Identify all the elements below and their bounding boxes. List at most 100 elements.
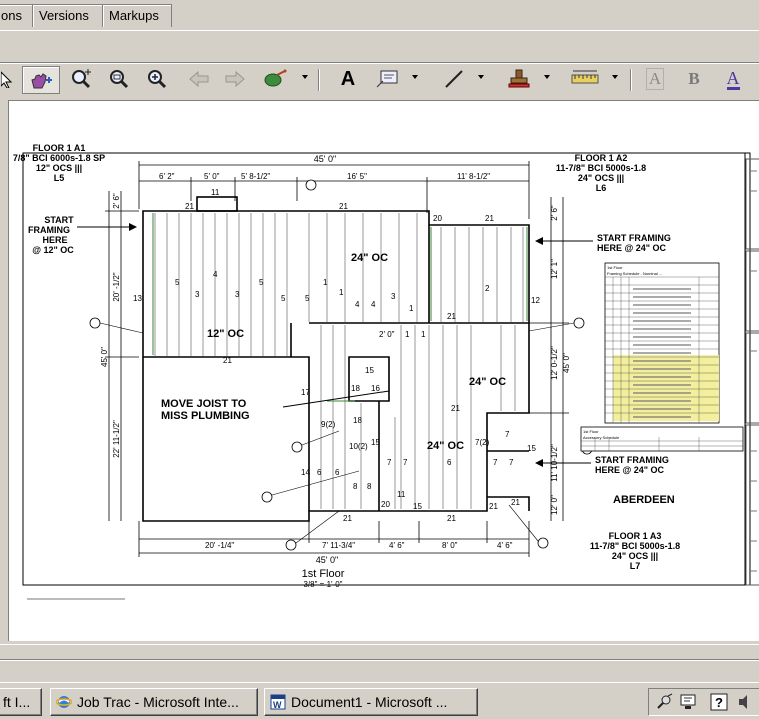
status-divider xyxy=(0,659,759,661)
floor-label-a1: FLOOR 1 A1 7/8" BCI 6000s-1.8 SP 12" OCS… xyxy=(13,143,105,183)
callout-line: FLOOR 1 A1 xyxy=(33,143,86,153)
callout-line: @ 12" OC xyxy=(32,245,74,255)
joist-label: 21 xyxy=(489,502,498,511)
zoom-window-icon[interactable] xyxy=(66,66,96,92)
dim-bottom: 7' 11-3/4" xyxy=(322,541,355,550)
joist-lines xyxy=(154,213,524,509)
joist-label: 21 xyxy=(447,514,456,523)
callout-line: L5 xyxy=(54,173,65,183)
callout-line: L6 xyxy=(596,183,607,193)
callout-line: FLOOR 1 A2 xyxy=(575,153,628,163)
internet-explorer-icon xyxy=(56,696,72,708)
help-icon[interactable]: ? xyxy=(709,693,729,711)
audio-icon[interactable] xyxy=(737,693,755,711)
joist-label: 7 xyxy=(387,458,392,467)
bold-icon[interactable]: B xyxy=(682,66,706,92)
spacing-label: 12" OC xyxy=(207,328,244,340)
zoom-icon[interactable] xyxy=(104,66,134,92)
joist-label: 6 xyxy=(335,468,340,477)
start-framing-12: START FRAMING HERE @ 12" OC xyxy=(28,215,74,255)
joist-label: 6 xyxy=(317,468,322,477)
joist-label: 15 xyxy=(413,502,422,511)
joist-label: 21 xyxy=(343,514,352,523)
taskbar-item-label: ft I... xyxy=(3,694,31,710)
pan-hand-icon[interactable] xyxy=(22,66,60,94)
forward-arrow-icon[interactable] xyxy=(220,66,250,92)
callout-line: START FRAMING xyxy=(597,233,671,243)
joist-label: 5 xyxy=(281,294,286,303)
dim-top: 16' 5" xyxy=(347,172,367,181)
network-icon[interactable] xyxy=(679,693,699,711)
measure-dropdown-icon[interactable] xyxy=(612,75,618,79)
link-icon[interactable] xyxy=(260,66,290,92)
callout-line: MOVE JOIST TO xyxy=(161,398,247,410)
joist-label: 20 xyxy=(433,214,442,223)
joist-label: 1 xyxy=(409,304,414,313)
taskbar-item-job-trac[interactable]: Job Trac - Microsoft Inte... xyxy=(50,688,258,716)
spacing-label: 24" OC xyxy=(351,252,388,264)
dim-bottom: 8' 0" xyxy=(442,541,458,550)
joist-label: 3 xyxy=(391,292,396,301)
dim-top: 5' 0" xyxy=(204,172,220,181)
tab-versions[interactable]: Versions xyxy=(32,4,104,27)
joist-label: 21 xyxy=(511,498,520,507)
joist-label: 9(2) xyxy=(321,420,336,429)
callout-line: 7/8" BCI 6000s-1.8 SP xyxy=(13,153,105,163)
callout-line: HERE xyxy=(42,235,67,245)
spacing-label: 24" OC xyxy=(469,376,506,388)
dim-left: 22' 11-1/2" xyxy=(112,420,121,458)
joist-label: 1 xyxy=(421,330,426,339)
stamp-tool-icon[interactable] xyxy=(504,66,534,92)
joist-label: 16 xyxy=(371,384,380,393)
tab-versions-partial[interactable]: ons xyxy=(0,4,34,27)
scale-label: 3/8" = 1'-0" xyxy=(303,580,342,589)
dim-bottom-total: 45' 0" xyxy=(316,555,338,565)
joist-label: 21 xyxy=(339,202,348,211)
line-dropdown-icon[interactable] xyxy=(478,75,484,79)
joist-label: 15 xyxy=(365,366,374,375)
back-arrow-icon[interactable] xyxy=(184,66,214,92)
tab-markups[interactable]: Markups xyxy=(102,4,172,27)
callout-tool-icon[interactable] xyxy=(372,66,402,92)
joist-label: 4 xyxy=(355,300,360,309)
stamp-dropdown-icon[interactable] xyxy=(544,75,550,79)
font-color-icon[interactable]: A xyxy=(720,66,746,92)
select-arrow-icon[interactable] xyxy=(0,66,16,92)
joist-label: 11 xyxy=(211,188,220,197)
schedule-subtitle: Framing Schedule - Nominal ... xyxy=(607,271,662,276)
dim-bottom: 4' 6" xyxy=(497,541,513,550)
callout-line: START xyxy=(44,215,74,225)
dim-top-total: 45' 0" xyxy=(314,154,336,164)
zoom-in-icon[interactable] xyxy=(142,66,172,92)
joist-label: 10(2) xyxy=(349,442,368,451)
joist-label: 4 xyxy=(213,270,218,279)
callout-line: 11-7/8" BCI 5000s-1.8 xyxy=(556,163,646,173)
callout-dropdown-icon[interactable] xyxy=(412,75,418,79)
drawing-sheet[interactable]: 45' 0" 6' 2" 5' 0" 5' 8-1/2" 16' 5" 11' … xyxy=(8,100,759,641)
measure-tool-icon[interactable] xyxy=(568,66,602,92)
taskbar-item-document1[interactable]: W Document1 - Microsoft ... xyxy=(264,688,478,716)
link-dropdown-icon[interactable] xyxy=(302,75,308,79)
joist-label: 21 xyxy=(185,202,194,211)
text-tool-icon[interactable]: A xyxy=(334,66,362,92)
text-style-icon[interactable]: A xyxy=(642,66,668,92)
status-bar xyxy=(0,644,759,681)
joist-label: 15 xyxy=(527,444,536,453)
drawing-viewer[interactable]: 45' 0" 6' 2" 5' 0" 5' 8-1/2" 16' 5" 11' … xyxy=(0,96,759,644)
dim-right: 2' 6" xyxy=(550,205,559,221)
joist-label: 12 xyxy=(531,296,540,305)
line-tool-icon[interactable] xyxy=(440,66,468,92)
dim-bottom: 20' -1/4" xyxy=(205,541,234,550)
joist-label: 21 xyxy=(447,312,456,321)
callout-line: 12" OCS ||| xyxy=(36,163,82,173)
floor-title: 1st Floor xyxy=(302,568,345,580)
schedule-notes-subtitle: Accessory Schedule xyxy=(583,435,620,440)
dim-bottom: 4' 6" xyxy=(389,541,405,550)
taskbar-item-label: Document1 - Microsoft ... xyxy=(291,694,448,710)
left-dimensions xyxy=(105,191,139,521)
taskbar-item-partial[interactable]: ft I... xyxy=(0,688,42,716)
satellite-icon[interactable] xyxy=(655,693,673,711)
joist-label: 3 xyxy=(195,290,200,299)
tab-strip: ons Versions Markups xyxy=(0,0,759,30)
joist-label: 21 xyxy=(485,214,494,223)
